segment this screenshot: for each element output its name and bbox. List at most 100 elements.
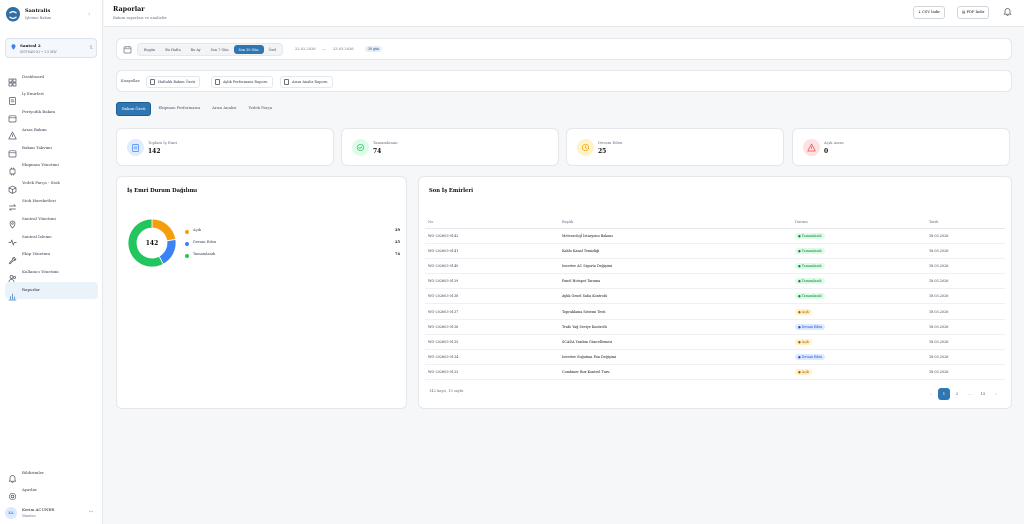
page-5[interactable]: ›	[990, 388, 1002, 400]
page-2[interactable]: 2	[951, 388, 963, 400]
work-order-status: ● Tamamlandı	[792, 243, 926, 259]
nav-item-6[interactable]: Yedek Parça - Stok	[5, 175, 98, 194]
collapse-chevron-icon[interactable]: ‹	[88, 11, 90, 18]
start-date[interactable]: 22.02.2026	[295, 47, 316, 51]
tab-3[interactable]: Yedek Parça	[244, 102, 277, 116]
nav-item-12[interactable]: Raporlar	[5, 281, 98, 300]
status-badge: ● Açık	[795, 369, 812, 376]
work-order-status: ● Tamamlandı	[792, 273, 926, 290]
date-option-2[interactable]: Bu Ay	[186, 45, 206, 54]
end-date[interactable]: 23.03.2026	[333, 47, 354, 51]
nav-item-10[interactable]: Ekip Yönetimi	[5, 246, 98, 265]
nav-item-label: Dashboard	[22, 73, 45, 79]
work-order-date: 18.03.2026	[926, 258, 1005, 275]
table-row[interactable]: WO-202603-0134 Inverter Soğutma Fan Değiş…	[425, 349, 1005, 366]
date-option-4[interactable]: Son 30 Gün	[233, 45, 264, 54]
work-order-no: WO-202603-0141	[425, 243, 559, 259]
nav-item-9[interactable]: Santral İzleme	[5, 228, 98, 246]
stat-card-3: Açık Arıza 0	[792, 128, 1010, 166]
table-row[interactable]: WO-202603-0137 Topraklama Sistemi Testi ● …	[425, 303, 1005, 320]
days-badge: 30 gün	[365, 46, 383, 52]
bottom-nav-item-1[interactable]: Ayarlar	[5, 482, 98, 500]
nav-item-label: Ekip Yönetimi	[22, 251, 51, 257]
warning-icon	[8, 125, 17, 140]
nav-item-2[interactable]: Periyodik Bakım	[5, 104, 98, 122]
logo-icon	[6, 7, 20, 22]
nav-item-8[interactable]: Santral Yönetimi	[5, 210, 98, 229]
table-row[interactable]: WO-202603-0140 Inverter AC Sigorta Değişi…	[425, 258, 1005, 275]
work-order-title: Kablo Kanal Temizliği	[559, 243, 792, 259]
table-row[interactable]: WO-202603-0141 Kablo Kanal Temizliği ● Tam…	[425, 243, 1005, 259]
date-option-0[interactable]: Bugün	[139, 45, 160, 54]
status-chart-title: İş Emri Durum Dağılımı	[127, 188, 198, 194]
nav-item-11[interactable]: Kullanıcı Yönetimi	[5, 264, 98, 283]
clock-icon	[577, 139, 594, 156]
nav-item-label: Periyodik Bakım	[22, 109, 56, 115]
pdf-download-button[interactable]: ▤ PDF İndir	[957, 6, 990, 19]
brand-subtitle: Işletme Bakım	[25, 16, 52, 20]
work-order-title: Inverter Soğutma Fan Değişimi	[559, 349, 792, 366]
work-order-status: ● Tamamlandı	[792, 258, 926, 275]
brand[interactable]: Santralis Işletme Bakım ‹	[6, 7, 98, 27]
nav-item-1[interactable]: İş Emirleri	[5, 86, 98, 105]
work-order-no: WO-202603-0136	[425, 319, 559, 335]
table-row[interactable]: WO-202603-0139 Panel Hotspot Tarama ● Tama…	[425, 273, 1005, 290]
work-order-title: Topraklama Sistemi Testi	[559, 303, 792, 320]
stat-label: Tamamlanan	[373, 140, 398, 145]
shortcut-weekly[interactable]: Haftalık Bakım Özeti	[146, 76, 201, 88]
legend-value: 25	[394, 240, 400, 244]
nav-item-4[interactable]: Bakım Takvimi	[5, 139, 98, 158]
tab-2[interactable]: Arıza Analizi	[207, 102, 241, 116]
date-option-1[interactable]: Bu Hafta	[160, 45, 185, 54]
date-option-3[interactable]: Son 7 Gün	[206, 45, 234, 54]
table-row[interactable]: WO-202603-0142 Meteorolojİ İstasyonu Bakı…	[425, 228, 1005, 244]
work-order-title: Combiner Box Kontrol Turu	[559, 364, 792, 381]
wrench-icon	[8, 250, 17, 265]
bottom-nav-item-0[interactable]: Bildirimler	[5, 464, 98, 483]
table-row[interactable]: WO-202603-0138 Aylık Genel Saha Kontrolü ●…	[425, 288, 1005, 305]
calendar-icon	[123, 46, 132, 54]
arrows-icon	[8, 197, 17, 211]
shortcut-fault[interactable]: Arıza Analiz Raporu	[280, 76, 333, 88]
nav-item-label: Yedek Parça - Stok	[22, 180, 60, 186]
pagination-summary: 142 kayıt, 15 sayfa	[429, 389, 464, 393]
shortcut-monthly[interactable]: Aylık Performans Raporu	[211, 76, 273, 88]
legend-dot	[185, 242, 189, 246]
clipboard-icon	[8, 90, 17, 105]
plant-selector[interactable]: Santral 2 SNT-SAN-02 • 1.5 MW ⇅	[5, 38, 97, 58]
work-order-title: Inverter AC Sigorta Değişimi	[559, 258, 792, 275]
table-header-0: No	[425, 217, 559, 229]
page-0[interactable]: ‹	[925, 388, 937, 400]
work-order-title: Trafo Yağ Seviye Kontrolü	[559, 319, 792, 335]
user-name: Kerim ACUNER	[22, 507, 55, 512]
status-badge: ● Tamamlandı	[795, 247, 825, 254]
nav-item-7[interactable]: Stok Hareketleri	[5, 193, 98, 211]
work-order-date: 18.03.2026	[926, 364, 1005, 381]
status-badge: ● Devam Eden	[795, 354, 826, 361]
status-badge: ● Tamamlandı	[795, 278, 825, 285]
nav-item-label: Stok Hareketleri	[22, 198, 56, 204]
user-profile[interactable]: KA Kerim ACUNER Yönetici ↦	[5, 504, 98, 520]
legend-label: Tamamlandı	[193, 252, 216, 256]
page-4[interactable]: 15	[977, 388, 989, 400]
tab-1[interactable]: Ekipman Performansı	[153, 102, 205, 116]
page-1[interactable]: 1	[938, 388, 950, 400]
bell-icon[interactable]	[1003, 7, 1012, 16]
work-order-no: WO-202603-0139	[425, 273, 559, 290]
table-row[interactable]: WO-202603-0136 Trafo Yağ Seviye Kontrolü ●…	[425, 319, 1005, 335]
nav-item-3[interactable]: Arıza Bakım	[5, 121, 98, 140]
logout-icon[interactable]: ↦	[89, 509, 93, 515]
check-circle-icon	[352, 139, 369, 156]
sidebar: Santralis Işletme Bakım ‹ Santral 2 SNT-…	[0, 0, 103, 524]
nav-item-0[interactable]: Dashboard	[5, 68, 98, 87]
grid-icon	[8, 72, 17, 87]
date-option-5[interactable]: Özel	[264, 45, 282, 54]
topbar: Raporlar Bakım raporları ve analizler ⤓ …	[104, 0, 1024, 27]
user-role: Yönetici	[22, 514, 36, 518]
tab-0[interactable]: Bakım Özeti	[116, 102, 152, 116]
date-range-segmented: Bugün Bu Hafta Bu Ay Son 7 Gün Son 30 Gün Öze…	[137, 43, 284, 56]
nav-item-5[interactable]: Ekipman Yönetimi	[5, 157, 98, 176]
table-row[interactable]: WO-202603-0135 SCADA Yazılım Güncellemesi…	[425, 334, 1005, 351]
table-row[interactable]: WO-202603-0133 Combiner Box Kontrol Turu ●…	[425, 364, 1005, 381]
csv-download-button[interactable]: ⤓ CSV İndir	[913, 6, 946, 19]
